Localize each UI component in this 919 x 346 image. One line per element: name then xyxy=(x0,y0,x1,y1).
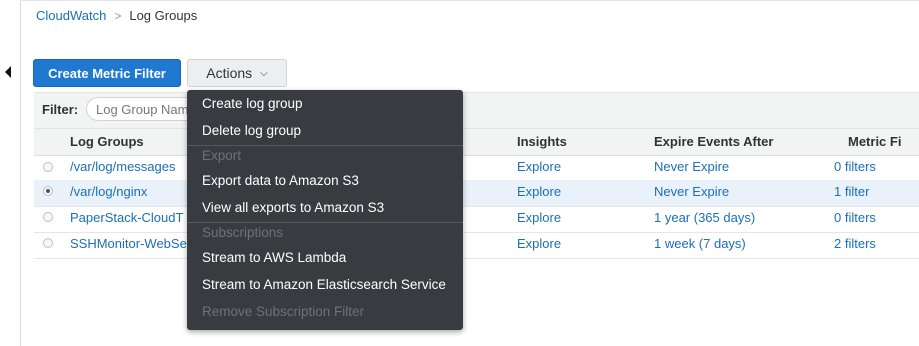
log-group-link[interactable]: PaperStack-CloudT xyxy=(70,210,183,225)
metric-filters-link[interactable]: 0 filters xyxy=(834,210,876,225)
top-border xyxy=(20,0,919,1)
breadcrumb: CloudWatch > Log Groups xyxy=(36,8,197,23)
log-group-link[interactable]: /var/log/nginx xyxy=(70,184,147,199)
menu-item-remove-subscription: Remove Subscription Filter xyxy=(202,304,365,319)
expire-events-link[interactable]: 1 year (365 days) xyxy=(654,210,755,225)
menu-divider xyxy=(187,145,463,146)
column-header-expire-events[interactable]: Expire Events After xyxy=(654,134,773,149)
table-header xyxy=(34,128,919,156)
insights-explore-link[interactable]: Explore xyxy=(517,236,561,251)
menu-item-delete-log-group[interactable]: Delete log group xyxy=(202,123,301,138)
menu-item-export-s3[interactable]: Export data to Amazon S3 xyxy=(202,173,359,188)
actions-menu: Create log group Delete log group Export… xyxy=(187,90,463,330)
metric-filters-link[interactable]: 2 filters xyxy=(834,236,876,251)
table-row-selected[interactable] xyxy=(34,180,919,207)
insights-explore-link[interactable]: Explore xyxy=(517,184,561,199)
menu-item-view-exports[interactable]: View all exports to Amazon S3 xyxy=(202,200,384,215)
log-group-link[interactable]: SSHMonitor-WebSe xyxy=(70,236,187,251)
actions-dropdown-button[interactable]: Actions ⌵ xyxy=(187,59,287,87)
insights-explore-link[interactable]: Explore xyxy=(517,210,561,225)
collapse-sidebar-icon[interactable] xyxy=(5,66,11,78)
expire-events-link[interactable]: 1 week (7 days) xyxy=(654,236,746,251)
actions-label: Actions xyxy=(206,65,253,81)
menu-divider xyxy=(187,222,463,223)
column-header-metric-filters[interactable]: Metric Fi xyxy=(848,134,901,149)
column-header-insights[interactable]: Insights xyxy=(517,134,567,149)
breadcrumb-cloudwatch-link[interactable]: CloudWatch xyxy=(36,8,106,23)
chevron-down-icon: ⌵ xyxy=(260,67,268,79)
column-header-log-groups[interactable]: Log Groups xyxy=(70,134,144,149)
expire-events-link[interactable]: Never Expire xyxy=(654,184,729,199)
row-radio[interactable] xyxy=(43,212,53,222)
menu-item-create-log-group[interactable]: Create log group xyxy=(202,96,303,111)
breadcrumb-current: Log Groups xyxy=(129,8,198,23)
menu-item-stream-lambda[interactable]: Stream to AWS Lambda xyxy=(202,250,346,265)
row-radio-selected[interactable] xyxy=(43,186,53,196)
breadcrumb-separator: > xyxy=(114,8,122,23)
menu-header-export: Export xyxy=(202,148,242,163)
menu-item-stream-elasticsearch[interactable]: Stream to Amazon Elasticsearch Service xyxy=(202,277,446,292)
metric-filters-link[interactable]: 0 filters xyxy=(834,159,876,174)
left-rail-border xyxy=(20,0,21,346)
create-metric-filter-button[interactable]: Create Metric Filter xyxy=(33,59,181,87)
insights-explore-link[interactable]: Explore xyxy=(517,159,561,174)
row-radio[interactable] xyxy=(43,238,53,248)
row-radio[interactable] xyxy=(43,162,53,172)
log-group-link[interactable]: /var/log/messages xyxy=(70,159,176,174)
filter-label: Filter: xyxy=(42,102,79,117)
expire-events-link[interactable]: Never Expire xyxy=(654,159,729,174)
left-rail xyxy=(0,0,21,346)
menu-header-subscriptions: Subscriptions xyxy=(202,225,284,240)
metric-filters-link[interactable]: 1 filter xyxy=(834,184,869,199)
